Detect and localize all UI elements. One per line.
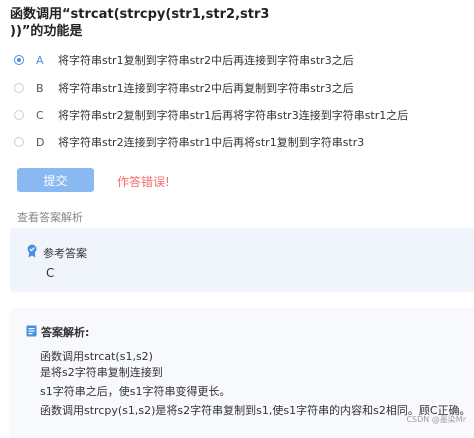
radio-icon[interactable]	[14, 110, 24, 120]
reference-answer-panel: 参考答案 C	[10, 228, 474, 292]
question-line-1: 函数调用“strcat(strcpy(str1,str2,str3	[10, 7, 270, 22]
option-text: 将字符串str2连接到字符串str1中后再将str1复制到字符串str3	[58, 136, 365, 149]
question-text: 函数调用“strcat(strcpy(str1,str2,str3 ))”的功能…	[10, 6, 270, 40]
explanation-panel: 答案解析: 函数调用strcat(s1,s2) 是将s2字符串复制连接到 s1字…	[10, 308, 474, 438]
radio-icon[interactable]	[14, 83, 24, 93]
result-error-text: 作答错误!	[117, 175, 170, 189]
watermark-text: CSDN @墨染Mr	[406, 415, 466, 424]
option-text: 将字符串str2复制到字符串str1后再将字符串str3连接到字符串str1之后	[58, 109, 409, 122]
radio-icon[interactable]	[14, 137, 24, 147]
explanation-line: 是将s2字符串复制连接到	[40, 366, 163, 379]
question-line-2: ))”的功能是	[10, 24, 83, 39]
explanation-title: 答案解析:	[41, 326, 90, 339]
view-analysis-link[interactable]: 查看答案解析	[17, 209, 83, 225]
submit-button[interactable]: 提交	[17, 168, 94, 192]
option-letter: A	[36, 53, 44, 67]
option-c[interactable]: C 将字符串str2复制到字符串str1后再将字符串str3连接到字符串str1…	[14, 104, 408, 126]
explanation-line: s1字符串之后，使s1字符串变得更长。	[40, 385, 231, 398]
explanation-line: 函数调用strcat(s1,s2)	[40, 350, 153, 363]
option-letter: B	[36, 81, 44, 95]
reference-answer-title: 参考答案	[43, 247, 87, 260]
reference-answer-value: C	[46, 266, 55, 280]
option-letter: D	[36, 135, 45, 149]
option-text: 将字符串str1连接到字符串str2中后再复制到字符串str3之后	[58, 82, 354, 95]
option-a[interactable]: A 将字符串str1复制到字符串str2中后再连接到字符串str3之后	[14, 49, 354, 71]
option-d[interactable]: D 将字符串str2连接到字符串str1中后再将str1复制到字符串str3	[14, 131, 364, 153]
badge-icon	[27, 244, 37, 258]
document-icon	[26, 325, 37, 337]
option-text: 将字符串str1复制到字符串str2中后再连接到字符串str3之后	[58, 54, 354, 67]
option-letter: C	[36, 108, 44, 122]
option-b[interactable]: B 将字符串str1连接到字符串str2中后再复制到字符串str3之后	[14, 77, 354, 99]
radio-icon[interactable]	[14, 55, 24, 65]
